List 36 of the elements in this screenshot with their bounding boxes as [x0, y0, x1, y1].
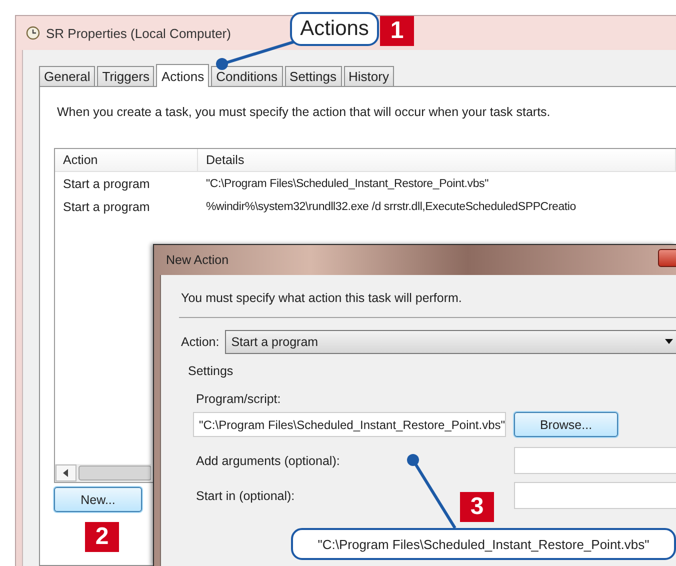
settings-label: Settings: [188, 364, 234, 378]
column-header[interactable]: Action: [55, 149, 198, 171]
table-cell-text: Start a program: [62, 176, 151, 190]
close-button[interactable]: [658, 249, 676, 267]
new-button[interactable]: New...: [54, 487, 142, 512]
dialog-title: New Action: [166, 253, 229, 267]
input-field[interactable]: "C:\Program Files\Scheduled_Instant_Restore_Point.vbs": [193, 412, 506, 437]
input-field[interactable]: [514, 447, 676, 474]
table-cell-text: %windir%\system32\rundll32.exe /d srrstr.dll,ExecuteScheduledSPPCreatio: [205, 200, 576, 212]
tab[interactable]: Settings: [284, 66, 342, 86]
step-number: 3: [460, 492, 494, 522]
browse-button[interactable]: Browse...: [514, 412, 618, 437]
tab[interactable]: Conditions: [211, 66, 283, 86]
tab[interactable]: Triggers: [97, 66, 154, 86]
table-cell-text: "C:\Program Files\Scheduled_Instant_Restore_Point.vbs": [205, 178, 488, 190]
caret-icon: [665, 339, 673, 345]
instruction-text: You must specify what action this task will perform.: [181, 291, 463, 305]
step-number: 2: [85, 522, 119, 552]
callout-bubble: "C:\Program Files\Scheduled_Instant_Restore_Point.vbs": [291, 528, 676, 560]
table-cell-text: Start a program: [62, 200, 151, 214]
input-field[interactable]: [514, 482, 676, 509]
column-header[interactable]: Details: [198, 149, 676, 171]
callout-bubble: Actions: [290, 12, 379, 46]
start-in-label: Start in (optional):: [196, 488, 295, 502]
scrollbar-drawing[interactable]: [55, 464, 151, 482]
clock-icon: [26, 26, 40, 40]
action-dropdown[interactable]: Start a program: [225, 330, 676, 354]
description-text: When you create a task, you must specify the action that will occur when your task starts.: [57, 105, 552, 119]
tab[interactable]: History: [344, 66, 394, 86]
step-number: 1: [380, 16, 414, 46]
tab[interactable]: Actions: [156, 64, 210, 87]
tab[interactable]: General: [39, 66, 96, 86]
action-label: Action:: [181, 335, 220, 349]
program-label: Program/script:: [196, 392, 282, 406]
window-title: SR Properties (Local Computer): [46, 26, 231, 40]
arguments-label: Add arguments (optional):: [196, 454, 340, 468]
